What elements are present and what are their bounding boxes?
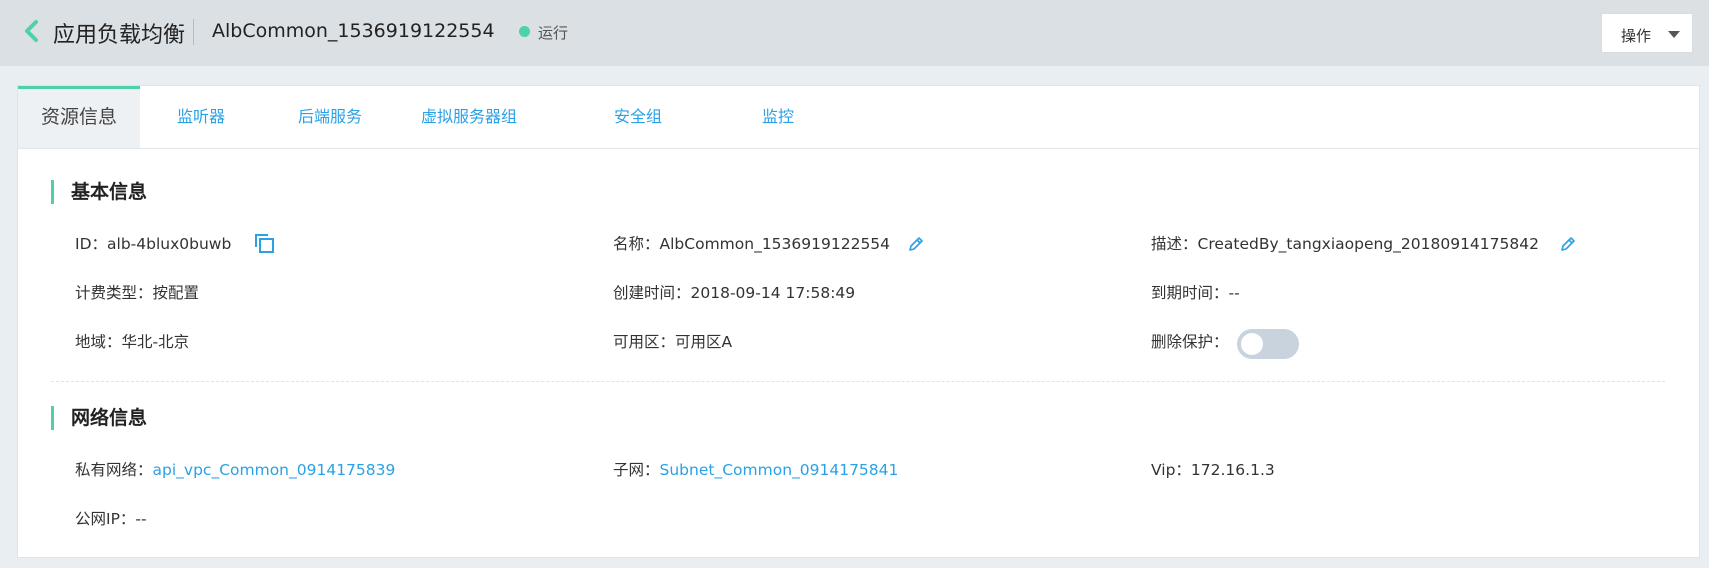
field-id-label: ID： [75, 235, 108, 253]
field-name: 名称：AlbCommon_1536919122554 [613, 232, 890, 254]
tab-monitoring[interactable]: 监控 [738, 86, 818, 148]
field-name-value: AlbCommon_1536919122554 [659, 235, 891, 253]
tab-resource-info[interactable]: 资源信息 [18, 86, 140, 148]
section-divider [51, 381, 1665, 382]
field-delete-protection-label: 删除保护： [1151, 333, 1229, 351]
tab-listeners[interactable]: 监听器 [161, 86, 241, 148]
field-vpc: 私有网络：api_vpc_Common_0914175839 [75, 458, 395, 480]
tab-backend-services[interactable]: 后端服务 [280, 86, 380, 148]
field-public-ip: 公网IP：-- [75, 507, 147, 529]
page-title: 应用负载均衡 [53, 23, 186, 48]
tab-bar: 资源信息 监听器 后端服务 虚拟服务器组 安全组 监控 [18, 86, 1699, 149]
field-subnet-label: 子网： [613, 461, 660, 479]
field-description-value: CreatedBy_tangxiaopeng_20180914175842 [1197, 235, 1539, 253]
status-text: 运行 [538, 24, 569, 42]
field-region: 地域：华北-北京 [75, 330, 189, 352]
field-billing-type-value: 按配置 [152, 284, 200, 302]
edit-description-pencil-icon[interactable] [1559, 235, 1577, 253]
field-id: ID：alb-4blux0buwb [75, 232, 231, 254]
vpc-link[interactable]: api_vpc_Common_0914175839 [153, 461, 396, 479]
field-public-ip-label: 公网IP： [75, 510, 136, 528]
field-description-label: 描述： [1151, 235, 1198, 253]
field-public-ip-value: -- [135, 510, 147, 528]
field-region-label: 地域： [75, 333, 122, 351]
copy-icon[interactable] [253, 232, 275, 254]
field-region-value: 华北-北京 [121, 333, 190, 351]
field-created-time: 创建时间：2018-09-14 17:58:49 [613, 281, 855, 303]
field-availability-zone-value: 可用区A [675, 333, 733, 351]
field-vpc-label: 私有网络： [75, 461, 153, 479]
caret-down-icon [1668, 31, 1680, 38]
instance-name: AlbCommon_1536919122554 [212, 20, 495, 42]
detail-panel: 资源信息 监听器 后端服务 虚拟服务器组 安全组 监控 基本信息 ID：alb-… [17, 85, 1700, 558]
field-billing-type: 计费类型：按配置 [75, 281, 199, 303]
field-expire-time: 到期时间：-- [1151, 281, 1240, 303]
actions-button-label: 操作 [1621, 27, 1652, 45]
section-network-info-title: 网络信息 [51, 406, 147, 430]
field-created-time-value: 2018-09-14 17:58:49 [690, 284, 856, 302]
toggle-knob [1241, 333, 1263, 355]
field-vip-label: Vip： [1151, 461, 1191, 479]
actions-dropdown-button[interactable]: 操作 [1601, 13, 1693, 53]
field-subnet: 子网：Subnet_Common_0914175841 [613, 458, 898, 480]
field-billing-type-label: 计费类型： [75, 284, 153, 302]
field-availability-zone: 可用区：可用区A [613, 330, 732, 352]
edit-name-pencil-icon[interactable] [907, 235, 925, 253]
title-divider [193, 19, 194, 45]
field-description: 描述：CreatedBy_tangxiaopeng_20180914175842 [1151, 232, 1539, 254]
field-vip: Vip：172.16.1.3 [1151, 458, 1275, 480]
field-id-value: alb-4blux0buwb [107, 235, 232, 253]
field-name-label: 名称： [613, 235, 660, 253]
tab-security-groups[interactable]: 安全组 [598, 86, 678, 148]
status-dot-icon [519, 26, 530, 37]
field-vip-value: 172.16.1.3 [1190, 461, 1275, 479]
field-expire-time-label: 到期时间： [1151, 284, 1229, 302]
subnet-link[interactable]: Subnet_Common_0914175841 [660, 461, 899, 479]
field-availability-zone-label: 可用区： [613, 333, 676, 351]
delete-protection-toggle[interactable] [1237, 329, 1299, 359]
field-created-time-label: 创建时间： [613, 284, 691, 302]
section-basic-info-title: 基本信息 [51, 180, 147, 204]
tab-virtual-server-groups[interactable]: 虚拟服务器组 [399, 86, 539, 148]
field-delete-protection: 删除保护： [1151, 330, 1229, 352]
field-expire-time-value: -- [1228, 284, 1240, 302]
chevron-left-icon[interactable] [22, 19, 42, 43]
page-header: 应用负载均衡 AlbCommon_1536919122554 运行 操作 [0, 0, 1709, 66]
